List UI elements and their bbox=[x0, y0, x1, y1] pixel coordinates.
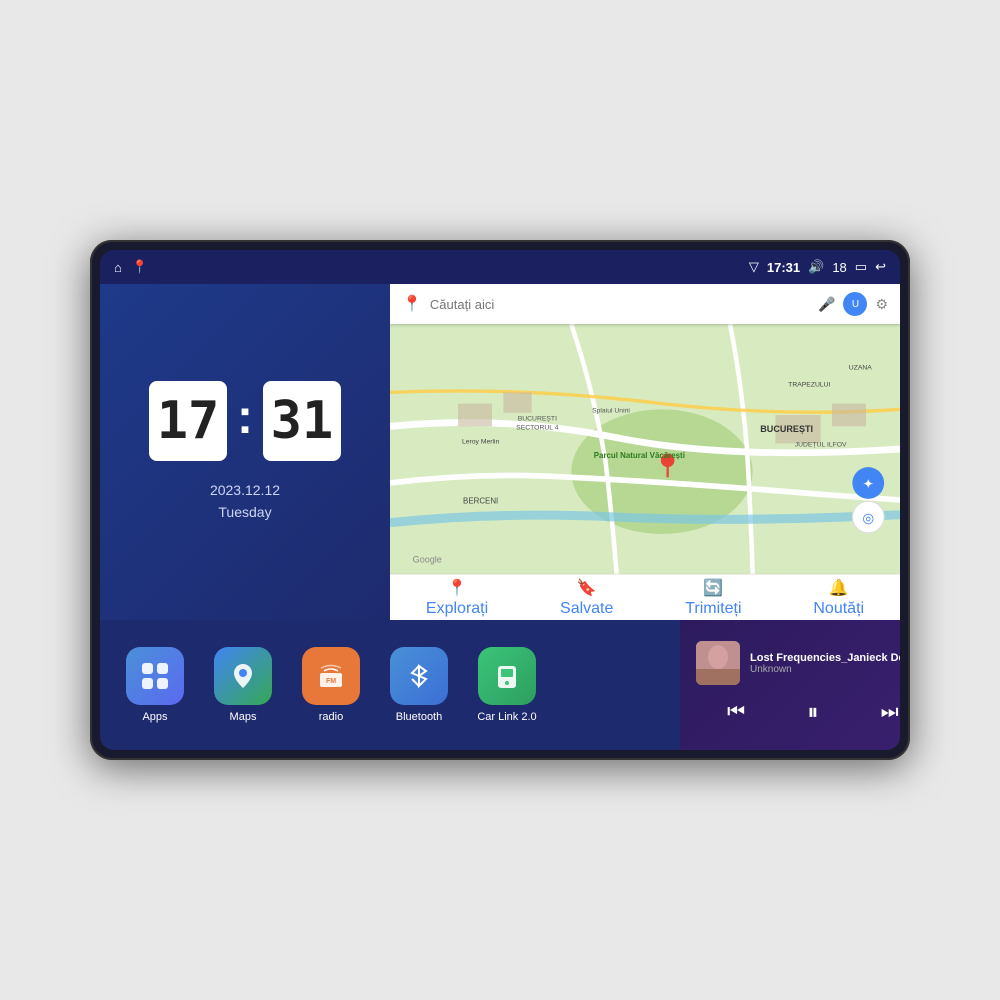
status-left-icons: ⌂ 📍 bbox=[114, 259, 148, 275]
music-next-button[interactable]: ⏭ bbox=[869, 697, 900, 728]
map-mic-icon[interactable]: 🎤 bbox=[818, 296, 835, 313]
signal-icon: ▽ bbox=[749, 259, 759, 275]
svg-text:FM: FM bbox=[326, 678, 336, 685]
trimiteți-label: Trimiteți bbox=[685, 600, 741, 618]
svg-text:✦: ✦ bbox=[863, 477, 875, 492]
apps-label: Apps bbox=[142, 711, 167, 723]
app-icon-bluetooth[interactable]: Bluetooth bbox=[384, 647, 454, 723]
svg-text:Parcul Natural Văcărești: Parcul Natural Văcărești bbox=[594, 451, 685, 460]
apps-icon-box bbox=[126, 647, 184, 705]
svg-text:Splaiul Unirii: Splaiul Unirii bbox=[592, 408, 630, 415]
carlink-icon-box bbox=[478, 647, 536, 705]
map-search-input[interactable] bbox=[430, 297, 810, 312]
noutăți-icon: 🔔 bbox=[829, 578, 849, 598]
map-nav-noutăți[interactable]: 🔔 Noutăți bbox=[813, 578, 864, 618]
app-icon-maps[interactable]: Maps bbox=[208, 647, 278, 723]
svg-text:JUDEȚUL ILFOV: JUDEȚUL ILFOV bbox=[795, 442, 847, 449]
map-user-avatar[interactable]: U bbox=[843, 292, 867, 316]
battery-icon: ▭ bbox=[855, 259, 867, 275]
svg-text:◎: ◎ bbox=[862, 511, 874, 526]
radio-icon-box: FM bbox=[302, 647, 360, 705]
svg-text:SECTORUL 4: SECTORUL 4 bbox=[516, 425, 559, 432]
music-controls: ⏮ ⏸ ⏭ bbox=[696, 695, 900, 729]
svg-text:Google: Google bbox=[413, 554, 442, 564]
map-settings-icon[interactable]: ⚙ bbox=[875, 296, 888, 313]
map-search-bar: 📍 🎤 U ⚙ bbox=[390, 284, 900, 324]
back-icon[interactable]: ↩ bbox=[875, 259, 886, 275]
maps-icon-box bbox=[214, 647, 272, 705]
app-icon-radio[interactable]: FM radio bbox=[296, 647, 366, 723]
map-nav-salvate[interactable]: 🔖 Salvate bbox=[560, 578, 613, 618]
status-time: 17:31 bbox=[767, 260, 800, 275]
trimiteți-icon: 🔄 bbox=[703, 578, 723, 598]
date-line2: Tuesday bbox=[210, 501, 280, 523]
carlink-label: Car Link 2.0 bbox=[477, 711, 536, 723]
map-panel: 📍 🎤 U ⚙ bbox=[390, 284, 900, 620]
main-content: 17 : 31 2023.12.12 Tuesday 📍 🎤 U ⚙ bbox=[100, 284, 900, 620]
svg-text:BERCENI: BERCENI bbox=[463, 496, 498, 505]
music-text: Lost Frequencies_Janieck Devy-... Unknow… bbox=[750, 652, 900, 675]
bluetooth-label: Bluetooth bbox=[396, 711, 442, 723]
app-icon-carlink[interactable]: Car Link 2.0 bbox=[472, 647, 542, 723]
app-icon-apps[interactable]: Apps bbox=[120, 647, 190, 723]
date-display: 2023.12.12 Tuesday bbox=[210, 479, 280, 524]
maps-shortcut-icon[interactable]: 📍 bbox=[132, 259, 148, 275]
svg-text:BUCUREȘTI: BUCUREȘTI bbox=[518, 416, 557, 423]
music-info: Lost Frequencies_Janieck Devy-... Unknow… bbox=[696, 641, 900, 685]
date-line1: 2023.12.12 bbox=[210, 479, 280, 501]
clock-colon: : bbox=[237, 390, 253, 451]
map-search-pin-icon: 📍 bbox=[402, 294, 422, 314]
map-bottom-bar: 📍 Explorați 🔖 Salvate 🔄 Trimiteți 🔔 Nout… bbox=[390, 574, 900, 620]
battery-level: 18 bbox=[832, 260, 846, 275]
music-player: Lost Frequencies_Janieck Devy-... Unknow… bbox=[680, 620, 900, 750]
status-right-info: ▽ 17:31 🔊 18 ▭ ↩ bbox=[749, 259, 886, 275]
explorați-icon: 📍 bbox=[447, 578, 467, 598]
music-artist: Unknown bbox=[750, 664, 900, 675]
album-image bbox=[696, 641, 740, 685]
svg-text:TRAPEZULUI: TRAPEZULUI bbox=[788, 382, 830, 389]
radio-label: radio bbox=[319, 711, 343, 723]
clock-hours: 17 bbox=[149, 381, 227, 461]
map-nav-trimiteți[interactable]: 🔄 Trimiteți bbox=[685, 578, 741, 618]
device-frame: ⌂ 📍 ▽ 17:31 🔊 18 ▭ ↩ 17 : 31 bbox=[90, 240, 910, 760]
clock-minutes: 31 bbox=[263, 381, 341, 461]
map-nav-explorați[interactable]: 📍 Explorați bbox=[426, 578, 488, 618]
salvate-label: Salvate bbox=[560, 600, 613, 618]
status-bar: ⌂ 📍 ▽ 17:31 🔊 18 ▭ ↩ bbox=[100, 250, 900, 284]
music-title: Lost Frequencies_Janieck Devy-... bbox=[750, 652, 900, 664]
maps-label: Maps bbox=[230, 711, 257, 723]
svg-text:Leroy Merlin: Leroy Merlin bbox=[462, 438, 500, 445]
app-icons-area: Apps Maps FM bbox=[100, 620, 680, 750]
map-area[interactable]: ◎ ✦ Parcul Natural Văcărești Leroy Merli… bbox=[390, 324, 900, 574]
svg-text:UZANA: UZANA bbox=[849, 365, 873, 372]
music-album-art bbox=[696, 641, 740, 685]
bottom-section: Apps Maps FM bbox=[100, 620, 900, 750]
volume-icon: 🔊 bbox=[808, 259, 824, 275]
salvate-icon: 🔖 bbox=[577, 578, 597, 598]
clock-widget: 17 : 31 bbox=[149, 381, 341, 461]
noutăți-label: Noutăți bbox=[813, 600, 864, 618]
left-panel: 17 : 31 2023.12.12 Tuesday bbox=[100, 284, 390, 620]
music-prev-button[interactable]: ⏮ bbox=[715, 697, 757, 728]
device-screen: ⌂ 📍 ▽ 17:31 🔊 18 ▭ ↩ 17 : 31 bbox=[100, 250, 900, 750]
svg-text:BUCUREȘTI: BUCUREȘTI bbox=[760, 424, 813, 434]
home-icon[interactable]: ⌂ bbox=[114, 260, 122, 275]
music-play-button[interactable]: ⏸ bbox=[795, 695, 830, 729]
bluetooth-icon-box bbox=[390, 647, 448, 705]
explorați-label: Explorați bbox=[426, 600, 488, 618]
